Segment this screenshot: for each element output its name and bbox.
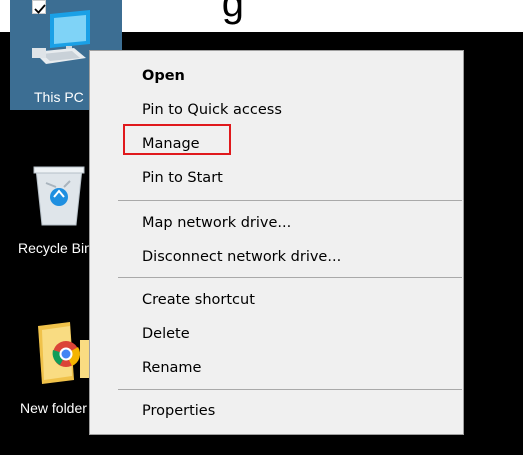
menu-item-properties[interactable]: Properties: [142, 399, 215, 423]
this-pc-label: This PC: [34, 89, 84, 105]
menu-separator: [118, 389, 462, 390]
menu-item-disconnect-network-drive[interactable]: Disconnect network drive...: [142, 245, 341, 269]
menu-item-delete[interactable]: Delete: [142, 322, 190, 346]
folder-icon[interactable]: [30, 320, 94, 386]
context-menu: Open Pin to Quick access Manage Pin to S…: [89, 50, 464, 435]
recycle-bin-label: Recycle Bin: [18, 240, 92, 256]
menu-item-map-network-drive[interactable]: Map network drive...: [142, 211, 291, 235]
menu-item-rename[interactable]: Rename: [142, 356, 201, 380]
menu-separator: [118, 200, 462, 201]
recycle-bin-icon[interactable]: [26, 163, 92, 229]
menu-item-open[interactable]: Open: [142, 64, 185, 88]
highlight-box: [123, 124, 231, 155]
menu-item-pin-quick-access[interactable]: Pin to Quick access: [142, 98, 282, 122]
menu-item-pin-start[interactable]: Pin to Start: [142, 166, 223, 190]
menu-separator: [118, 277, 462, 278]
menu-item-create-shortcut[interactable]: Create shortcut: [142, 288, 255, 312]
new-folder-label: New folder: [20, 400, 87, 416]
